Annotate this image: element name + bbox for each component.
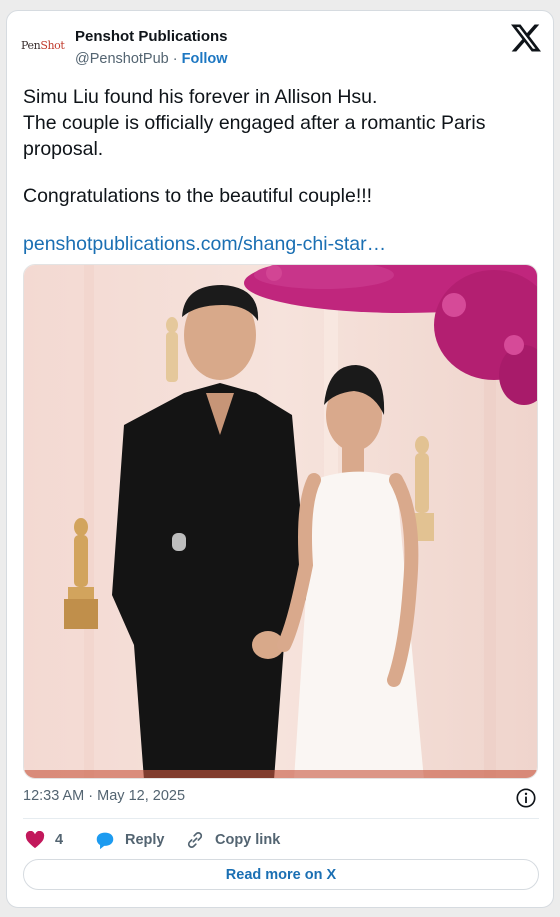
reply-bubble-icon — [96, 832, 114, 849]
tweet-timestamp[interactable]: 12:33 AM · May 12, 2025 — [23, 788, 185, 804]
handle-separator: · — [172, 51, 178, 67]
avatar-text-b: Shot — [40, 39, 65, 52]
tweet-actions: 4 Reply Copy link — [23, 827, 539, 853]
like-action[interactable]: 4 — [25, 827, 63, 853]
reply-action[interactable]: Reply — [95, 827, 165, 853]
author-display-name[interactable]: Penshot Publications — [75, 28, 228, 45]
gold-statuette-back — [166, 317, 178, 382]
action-divider — [23, 818, 539, 819]
heart-icon — [25, 831, 45, 849]
tweet-line-2: The couple is officially engaged after a… — [23, 112, 486, 160]
author-avatar[interactable]: PenShot — [21, 33, 71, 59]
x-logo-icon[interactable] — [511, 23, 541, 53]
copy-link-action[interactable]: Copy link — [185, 827, 280, 853]
avatar-text-a: Pen — [21, 39, 41, 52]
like-count: 4 — [55, 832, 64, 848]
tweet-line-1: Simu Liu found his forever in Allison Hs… — [23, 86, 378, 108]
tweet-body: Simu Liu found his forever in Allison Hs… — [23, 84, 539, 257]
copy-link-label: Copy link — [215, 832, 281, 848]
reply-label: Reply — [125, 832, 165, 848]
photo-illustration — [24, 265, 537, 778]
tweet-media-photo[interactable] — [23, 264, 538, 779]
tweet-embed-card: PenShot Penshot Publications @PenshotPub… — [6, 10, 554, 908]
tweet-line-3: Congratulations to the beautiful couple!… — [23, 185, 373, 207]
tweet-link[interactable]: penshotpublications.com/shang-chi-star… — [23, 231, 539, 257]
author-handle-row: @PenshotPub · Follow — [75, 51, 228, 67]
tweet-header: PenShot Penshot Publications @PenshotPub… — [7, 11, 553, 77]
read-more-button[interactable]: Read more on X — [23, 859, 539, 890]
link-icon — [187, 832, 203, 848]
info-icon[interactable] — [515, 787, 537, 809]
follow-link[interactable]: Follow — [182, 51, 228, 67]
author-handle[interactable]: @PenshotPub — [75, 51, 169, 67]
